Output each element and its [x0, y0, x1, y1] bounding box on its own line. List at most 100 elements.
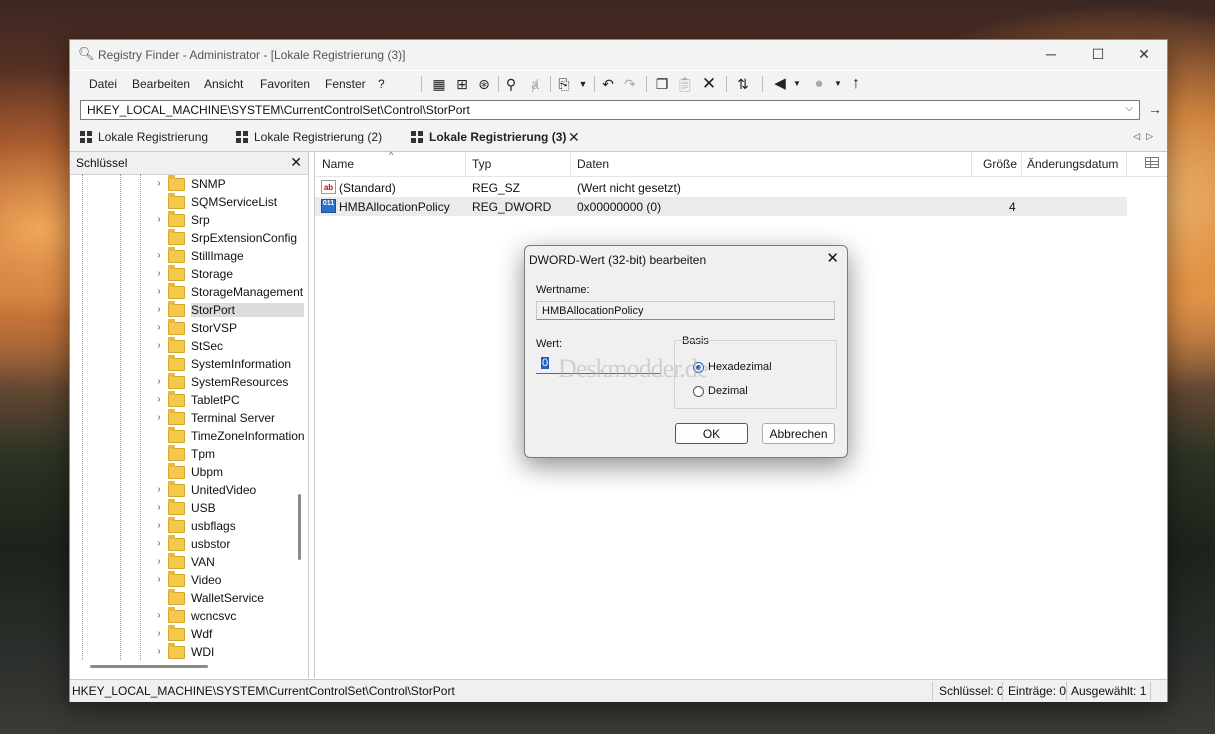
column-size[interactable]: Größe — [983, 157, 1017, 171]
tree-item[interactable]: › WDI — [154, 643, 304, 662]
tree-item[interactable]: SystemInformation — [154, 355, 304, 374]
column-data[interactable]: Daten — [577, 157, 609, 171]
column-name[interactable]: Name — [322, 157, 354, 171]
tree-item[interactable]: Tpm — [154, 445, 304, 464]
chevron-right-icon[interactable]: › — [154, 286, 164, 297]
column-modified[interactable]: Änderungsdatum — [1027, 157, 1118, 171]
redo-icon[interactable]: ↷ — [621, 75, 639, 93]
chevron-right-icon[interactable]: › — [154, 646, 164, 657]
column-separator[interactable] — [465, 152, 466, 176]
close-tab-icon[interactable]: ✕ — [568, 129, 580, 146]
chevron-right-icon[interactable]: › — [154, 574, 164, 585]
jump-icon[interactable]: ⇅ — [734, 75, 752, 93]
chevron-right-icon[interactable]: › — [154, 268, 164, 279]
replace-icon[interactable]: ⱥ — [526, 75, 544, 93]
tree-item[interactable]: › usbflags — [154, 517, 304, 536]
menu-datei[interactable]: Datei — [89, 77, 117, 91]
tab-lokale-registrierung-2[interactable]: Lokale Registrierung (2) — [236, 130, 382, 150]
export-icon[interactable]: ⎘ — [555, 75, 573, 93]
delete-icon[interactable]: ✕ — [700, 75, 718, 93]
tree-item[interactable]: › StSec — [154, 337, 304, 356]
chevron-right-icon[interactable]: › — [154, 214, 164, 225]
chevron-right-icon[interactable]: › — [154, 394, 164, 405]
tree-item[interactable]: › wcncsvc — [154, 607, 304, 626]
tab-lokale-registrierung-3[interactable]: Lokale Registrierung (3) — [411, 130, 566, 150]
forward-dropdown-icon[interactable]: ▼ — [829, 75, 847, 93]
tree-item[interactable]: TimeZoneInformation — [154, 427, 304, 446]
hexadecimal-radio[interactable] — [693, 362, 704, 373]
tree-item[interactable]: › USB — [154, 499, 304, 518]
column-separator[interactable] — [971, 152, 972, 176]
tree-item[interactable]: › SNMP — [154, 175, 304, 194]
chevron-right-icon[interactable]: › — [154, 628, 164, 639]
tree-item[interactable]: › SystemResources — [154, 373, 304, 392]
menu-fenster[interactable]: Fenster — [325, 77, 366, 91]
chevron-right-icon[interactable]: › — [154, 502, 164, 513]
chevron-right-icon[interactable]: › — [154, 412, 164, 423]
decimal-label[interactable]: Dezimal — [708, 385, 748, 397]
cancel-button[interactable]: Abbrechen — [762, 423, 835, 444]
chevron-right-icon[interactable]: › — [154, 610, 164, 621]
chevron-right-icon[interactable]: › — [154, 556, 164, 567]
copy-icon[interactable]: ❐ — [653, 75, 671, 93]
tree-item[interactable]: Ubpm — [154, 463, 304, 482]
value-data-input[interactable]: 0 — [536, 355, 660, 374]
maximize-button[interactable]: ☐ — [1075, 40, 1121, 70]
tab-lokale-registrierung[interactable]: Lokale Registrierung — [80, 130, 208, 150]
find-key-icon[interactable]: ⊞ — [453, 75, 471, 93]
value-row[interactable]: 011 HMBAllocationPolicy REG_DWORD 0x0000… — [315, 197, 1127, 216]
tree-item[interactable]: › Video — [154, 571, 304, 590]
tree-item[interactable]: › VAN — [154, 553, 304, 572]
tree-item[interactable]: › Storage — [154, 265, 304, 284]
column-type[interactable]: Typ — [472, 157, 491, 171]
back-dropdown-icon[interactable]: ▼ — [788, 75, 806, 93]
menu-ansicht[interactable]: Ansicht — [204, 77, 243, 91]
go-arrow-icon[interactable]: → — [1148, 101, 1162, 117]
chevron-right-icon[interactable]: › — [154, 178, 164, 189]
tree-item[interactable]: › usbstor — [154, 535, 304, 554]
menu-favoriten[interactable]: Favoriten — [260, 77, 310, 91]
minimize-button[interactable]: ─ — [1028, 40, 1074, 70]
tab-scroll-arrows[interactable]: ◁▷ — [1133, 131, 1159, 142]
hexadecimal-label[interactable]: Hexadezimal — [708, 361, 772, 373]
tree-item[interactable]: › UnitedVideo — [154, 481, 304, 500]
chevron-right-icon[interactable]: › — [154, 322, 164, 333]
tree-item[interactable]: WalletService — [154, 589, 304, 608]
column-chooser-icon[interactable] — [1145, 157, 1159, 168]
tree-item[interactable]: › TabletPC — [154, 391, 304, 410]
forward-icon[interactable]: ● — [810, 75, 828, 93]
tree-item[interactable]: › Terminal Server — [154, 409, 304, 428]
refresh-icon[interactable]: ⊛ — [475, 75, 493, 93]
column-separator[interactable] — [570, 152, 571, 176]
menu-bearbeiten[interactable]: Bearbeiten — [132, 77, 190, 91]
tree-horizontal-scrollbar[interactable] — [90, 665, 208, 668]
chevron-right-icon[interactable]: › — [154, 376, 164, 387]
up-icon[interactable]: ↑ — [847, 75, 865, 93]
chevron-right-icon[interactable]: › — [154, 340, 164, 351]
tree-item[interactable]: › StillImage — [154, 247, 304, 266]
tree-item[interactable]: SrpExtensionConfig — [154, 229, 304, 248]
tree-item[interactable]: › Wdf — [154, 625, 304, 644]
tree-item[interactable]: SQMServiceList — [154, 193, 304, 212]
chevron-down-icon[interactable]: ⌵ — [1125, 103, 1133, 114]
paste-icon[interactable]: 📋︎ — [676, 75, 694, 93]
decimal-radio[interactable] — [693, 386, 704, 397]
chevron-right-icon[interactable]: › — [154, 538, 164, 549]
find-icon[interactable]: ⚲ — [502, 75, 520, 93]
tree-item[interactable]: › StorVSP — [154, 319, 304, 338]
new-tab-icon[interactable]: ▦ — [430, 75, 448, 93]
menu-help[interactable]: ? — [378, 77, 385, 91]
dropdown-icon[interactable]: ▼ — [574, 75, 592, 93]
value-row[interactable]: ab (Standard) REG_SZ (Wert nicht gesetzt… — [315, 178, 1127, 197]
tree-item[interactable]: › StorageManagement — [154, 283, 304, 302]
dialog-close-button[interactable]: ✕ — [826, 249, 839, 267]
back-icon[interactable]: ◀ — [771, 75, 789, 93]
chevron-right-icon[interactable]: › — [154, 520, 164, 531]
chevron-right-icon[interactable]: › — [154, 250, 164, 261]
chevron-right-icon[interactable]: › — [154, 484, 164, 495]
undo-icon[interactable]: ↶ — [599, 75, 617, 93]
address-input[interactable]: HKEY_LOCAL_MACHINE\SYSTEM\CurrentControl… — [80, 100, 1140, 120]
tree-item[interactable]: › StorPort — [154, 301, 304, 320]
chevron-right-icon[interactable]: › — [154, 304, 164, 315]
column-separator[interactable] — [1126, 152, 1127, 176]
